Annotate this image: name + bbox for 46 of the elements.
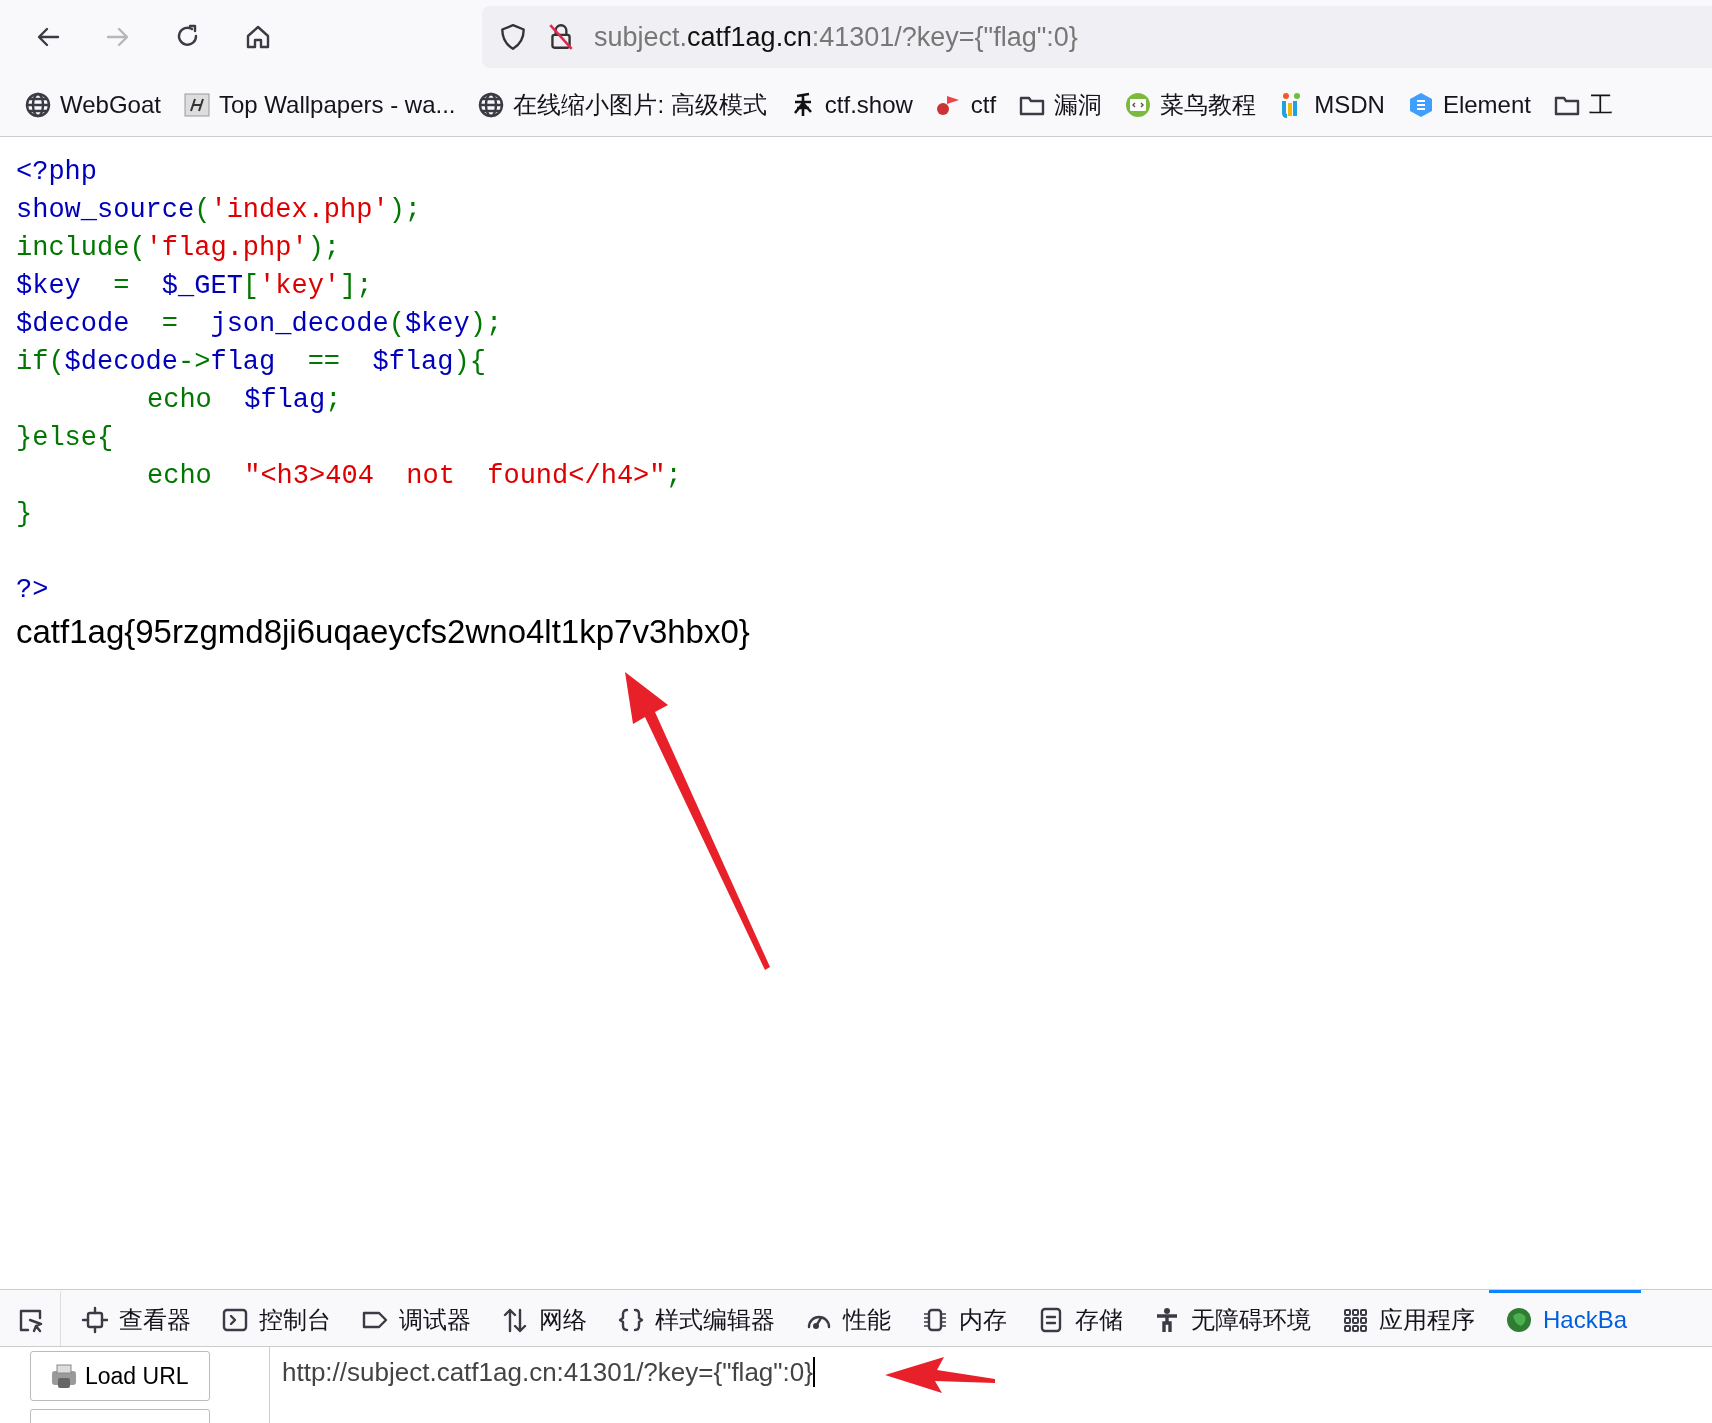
code-line: } bbox=[16, 498, 34, 531]
devtools-tab[interactable]: 存储 bbox=[1021, 1290, 1137, 1346]
shield-icon bbox=[498, 22, 528, 52]
flag-output: catf1ag{95rzgmd8ji6uqaeycfs2wno4lt1kp7v3hbx0} bbox=[16, 613, 751, 651]
code-line: $key = $_GET['key']; bbox=[16, 270, 374, 303]
devtools-tab[interactable]: 样式编辑器 bbox=[601, 1290, 789, 1346]
inspector-icon bbox=[81, 1305, 109, 1334]
devtools-tab[interactable]: 应用程序 bbox=[1325, 1290, 1489, 1346]
globe-icon bbox=[1505, 1305, 1533, 1334]
devtools-tab[interactable]: 无障碍环境 bbox=[1137, 1290, 1325, 1346]
globe-icon bbox=[24, 91, 52, 119]
script-letter-icon bbox=[182, 91, 211, 119]
code-line: include('flag.php'); bbox=[16, 232, 342, 265]
devtools-tab[interactable]: 控制台 bbox=[205, 1290, 345, 1346]
code-window-icon bbox=[1124, 91, 1153, 119]
bookmark-item[interactable]: Element bbox=[1406, 91, 1531, 119]
bookmark-item[interactable]: 在线缩小图片: 高级模式 bbox=[477, 89, 767, 121]
devtools-tab[interactable]: HackBa bbox=[1489, 1290, 1642, 1346]
bookmark-item[interactable]: ctf.show bbox=[788, 91, 913, 119]
code-line: if($decode->flag == $flag){ bbox=[16, 346, 487, 379]
url-text: subject.catf1ag.cn:41301/?key={"flag":0} bbox=[594, 21, 1078, 53]
code-line: }else{ bbox=[16, 422, 115, 455]
printer-icon bbox=[49, 1362, 79, 1390]
bookmark-item[interactable]: WebGoat bbox=[24, 91, 161, 119]
url-input-field[interactable]: http://subject.catf1ag.cn:41301/?key={"flag":0} bbox=[270, 1347, 1712, 1423]
code-line: echo $flag; bbox=[146, 384, 343, 417]
load-url-button[interactable]: Load URL bbox=[30, 1351, 210, 1401]
bookmark-item[interactable]: ctf bbox=[934, 91, 997, 119]
globe-icon bbox=[477, 91, 506, 119]
bookmark-item[interactable]: 漏洞 bbox=[1018, 89, 1103, 121]
code-line: $decode = json_decode($key); bbox=[16, 308, 504, 341]
home-icon bbox=[244, 23, 272, 51]
code-line: echo "<h3>404 not found</h4>"; bbox=[146, 460, 683, 493]
devtools-tab[interactable]: 查看器 bbox=[65, 1290, 205, 1346]
bookmark-item[interactable]: 工 bbox=[1552, 89, 1613, 121]
bookmark-item[interactable]: 菜鸟教程 bbox=[1124, 89, 1257, 121]
address-bar[interactable]: subject.catf1ag.cn:41301/?key={"flag":0} bbox=[482, 6, 1712, 68]
code-line: ?> bbox=[16, 574, 50, 607]
code-line: show_source('index.php'); bbox=[16, 194, 423, 227]
devtools-tab[interactable]: 性能 bbox=[789, 1290, 905, 1346]
code-line: <?php bbox=[16, 156, 98, 189]
bookmark-item[interactable]: MSDN bbox=[1278, 91, 1385, 119]
bookmark-item[interactable]: Top Wallpapers - wa... bbox=[182, 91, 456, 119]
devtools-tab[interactable]: 内存 bbox=[905, 1290, 1021, 1346]
devtools-tab[interactable]: 调试器 bbox=[345, 1290, 485, 1346]
devtools-tab[interactable]: 网络 bbox=[485, 1290, 601, 1346]
